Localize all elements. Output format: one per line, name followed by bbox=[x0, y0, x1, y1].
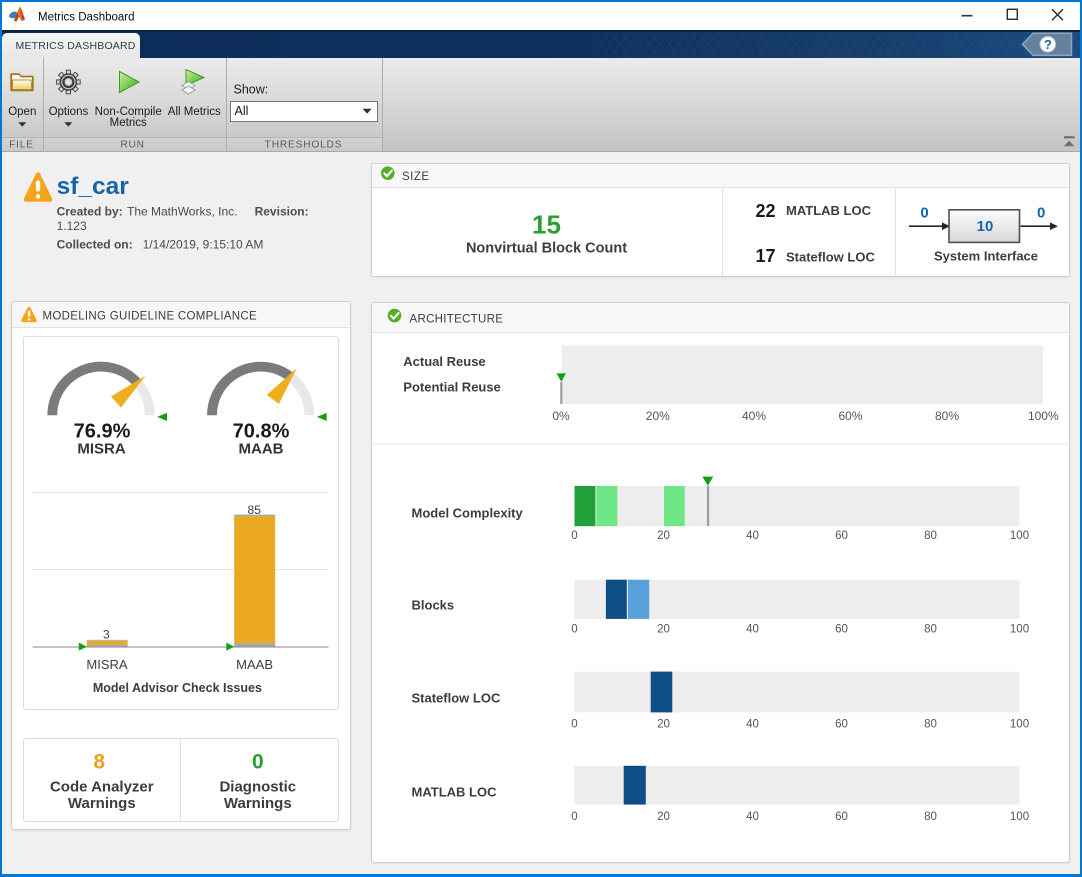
svg-text:MATLAB LOC: MATLAB LOC bbox=[786, 203, 872, 218]
svg-text:40: 40 bbox=[746, 623, 759, 635]
svg-text:60: 60 bbox=[835, 811, 848, 823]
svg-text:Potential Reuse: Potential Reuse bbox=[403, 380, 501, 395]
svg-text:Model Complexity: Model Complexity bbox=[412, 506, 524, 521]
svg-text:MODELING GUIDELINE COMPLIANCE: MODELING GUIDELINE COMPLIANCE bbox=[43, 310, 257, 322]
svg-text:0: 0 bbox=[571, 623, 577, 635]
svg-text:Diagnostic: Diagnostic bbox=[219, 779, 296, 796]
svg-text:MISRA: MISRA bbox=[86, 657, 128, 672]
svg-text:Warnings: Warnings bbox=[68, 795, 136, 812]
svg-text:0: 0 bbox=[252, 750, 264, 773]
svg-text:60: 60 bbox=[835, 530, 848, 542]
svg-text:100: 100 bbox=[1010, 623, 1029, 635]
svg-text:60: 60 bbox=[835, 623, 848, 635]
svg-text:20: 20 bbox=[657, 718, 670, 730]
svg-text:sf_car: sf_car bbox=[57, 173, 130, 200]
svg-text:0: 0 bbox=[571, 718, 577, 730]
svg-text:MAAB: MAAB bbox=[239, 441, 284, 458]
svg-text:The MathWorks, Inc.: The MathWorks, Inc. bbox=[127, 205, 237, 219]
svg-text:80: 80 bbox=[924, 811, 937, 823]
svg-text:70.8%: 70.8% bbox=[233, 420, 290, 442]
svg-text:THRESHOLDS: THRESHOLDS bbox=[265, 140, 343, 151]
svg-text:80: 80 bbox=[924, 718, 937, 730]
svg-text:Options: Options bbox=[49, 106, 89, 118]
svg-text:10: 10 bbox=[977, 218, 994, 235]
svg-text:Blocks: Blocks bbox=[412, 598, 455, 613]
svg-text:80: 80 bbox=[924, 623, 937, 635]
svg-text:40: 40 bbox=[746, 811, 759, 823]
svg-text:0: 0 bbox=[571, 811, 577, 823]
svg-text:Actual Reuse: Actual Reuse bbox=[403, 354, 485, 369]
svg-text:Warnings: Warnings bbox=[224, 795, 292, 812]
svg-text:100: 100 bbox=[1010, 530, 1029, 542]
svg-text:20: 20 bbox=[657, 623, 670, 635]
svg-text:17: 17 bbox=[755, 246, 775, 266]
svg-text:?: ? bbox=[1044, 37, 1052, 52]
svg-text:40%: 40% bbox=[742, 409, 766, 423]
svg-text:Open: Open bbox=[8, 106, 36, 118]
svg-text:System Interface: System Interface bbox=[934, 248, 1038, 263]
svg-text:MAAB: MAAB bbox=[236, 657, 273, 672]
svg-text:20%: 20% bbox=[646, 409, 670, 423]
svg-text:Revision:: Revision: bbox=[255, 205, 309, 219]
svg-text:60: 60 bbox=[835, 718, 848, 730]
svg-text:Created by:: Created by: bbox=[57, 205, 123, 219]
svg-text:3: 3 bbox=[103, 628, 110, 642]
svg-text:1.123: 1.123 bbox=[57, 219, 87, 233]
svg-text:100: 100 bbox=[1010, 718, 1029, 730]
svg-text:85: 85 bbox=[248, 503, 262, 517]
svg-text:40: 40 bbox=[746, 718, 759, 730]
svg-text:Nonvirtual Block Count: Nonvirtual Block Count bbox=[466, 240, 627, 256]
svg-text:0%: 0% bbox=[552, 409, 570, 423]
svg-text:15: 15 bbox=[532, 210, 561, 240]
svg-text:RUN: RUN bbox=[120, 140, 144, 151]
svg-text:MATLAB LOC: MATLAB LOC bbox=[412, 785, 498, 800]
svg-text:80: 80 bbox=[924, 530, 937, 542]
svg-text:40: 40 bbox=[746, 530, 759, 542]
svg-text:MISRA: MISRA bbox=[77, 441, 126, 458]
svg-text:60%: 60% bbox=[838, 409, 862, 423]
svg-text:100: 100 bbox=[1010, 811, 1029, 823]
svg-text:20: 20 bbox=[657, 530, 670, 542]
svg-text:Stateflow LOC: Stateflow LOC bbox=[412, 691, 501, 706]
svg-text:METRICS DASHBOARD: METRICS DASHBOARD bbox=[16, 40, 136, 52]
svg-text:Metrics Dashboard: Metrics Dashboard bbox=[38, 12, 135, 24]
svg-text:80%: 80% bbox=[935, 409, 959, 423]
svg-text:Show:: Show: bbox=[234, 83, 269, 97]
svg-text:1/14/2019, 9:15:10 AM: 1/14/2019, 9:15:10 AM bbox=[143, 238, 264, 252]
svg-text:0: 0 bbox=[1037, 205, 1045, 222]
svg-text:Stateflow LOC: Stateflow LOC bbox=[786, 249, 875, 264]
svg-text:All: All bbox=[235, 104, 249, 118]
svg-text:20: 20 bbox=[657, 811, 670, 823]
svg-text:0: 0 bbox=[920, 205, 928, 222]
svg-text:Code Analyzer: Code Analyzer bbox=[50, 779, 154, 796]
svg-text:0: 0 bbox=[571, 530, 577, 542]
svg-text:Metrics: Metrics bbox=[110, 117, 147, 129]
svg-text:FILE: FILE bbox=[9, 140, 34, 151]
svg-text:SIZE: SIZE bbox=[402, 171, 430, 183]
svg-text:8: 8 bbox=[93, 750, 105, 773]
svg-text:All Metrics: All Metrics bbox=[168, 106, 221, 118]
svg-text:100%: 100% bbox=[1028, 409, 1059, 423]
svg-text:Non-Compile: Non-Compile bbox=[95, 106, 162, 118]
svg-text:Collected on:: Collected on: bbox=[57, 238, 133, 252]
svg-text:ARCHITECTURE: ARCHITECTURE bbox=[410, 314, 504, 326]
svg-text:22: 22 bbox=[755, 201, 775, 221]
svg-text:76.9%: 76.9% bbox=[74, 420, 131, 442]
svg-text:Model Advisor Check Issues: Model Advisor Check Issues bbox=[93, 681, 262, 695]
